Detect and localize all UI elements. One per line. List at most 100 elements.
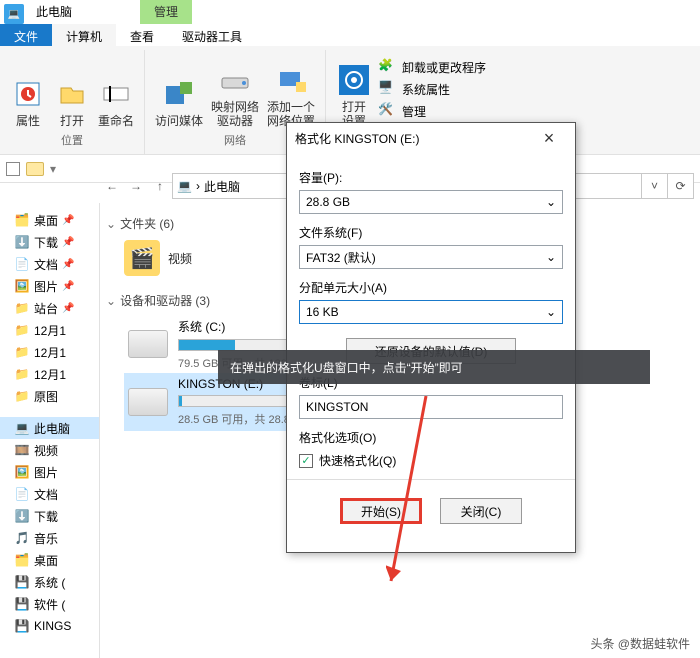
nav-back-button[interactable]: ← — [100, 173, 124, 199]
format-dialog: 格式化 KINGSTON (E:) × 容量(P): 28.8 GB ⌄ 文件系… — [286, 122, 576, 553]
ribbon-properties[interactable]: 属性 — [8, 52, 48, 130]
tree-downloads[interactable]: ⬇️下载📌 — [0, 231, 99, 253]
uninstall-icon: 🧩 — [378, 58, 396, 76]
tree-label: 桌面 — [34, 552, 58, 569]
refresh-button[interactable]: ⟳ — [668, 173, 694, 199]
computer-icon: 💻 — [177, 179, 192, 193]
tree-this-pc[interactable]: 💻此电脑 — [0, 417, 99, 439]
tile-videos[interactable]: 🎬 视频 — [124, 238, 264, 278]
tree-label: 音乐 — [34, 530, 58, 547]
tree-desktop[interactable]: 🗂️桌面📌 — [0, 209, 99, 231]
add-location-icon — [275, 64, 307, 96]
document-icon: 📄 — [14, 256, 30, 272]
tree-pictures[interactable]: 🖼️图片📌 — [0, 275, 99, 297]
filesystem-select[interactable]: FAT32 (默认) ⌄ — [299, 245, 563, 269]
tree-label: KINGS — [34, 619, 71, 633]
watermark-text: 头条 @数据蛙软件 — [590, 635, 690, 652]
tree-label: 视频 — [34, 442, 58, 459]
folder-icon — [26, 162, 44, 176]
dialog-title: 格式化 KINGSTON (E:) — [295, 130, 419, 147]
media-icon — [163, 78, 195, 110]
ribbon-manage[interactable]: 🛠️ 管理 — [378, 100, 486, 122]
allocation-select[interactable]: 16 KB ⌄ — [299, 300, 563, 324]
tree-documents2[interactable]: 📄文档 — [0, 483, 99, 505]
ribbon-label: 打开 — [60, 114, 84, 128]
chevron-down-icon: ⌄ — [106, 294, 116, 308]
tree-label: 图片 — [34, 464, 58, 481]
folder-icon: 🗂️ — [14, 212, 30, 228]
address-dropdown[interactable]: ˅ — [642, 173, 668, 199]
folder-icon: 📁 — [14, 322, 30, 338]
tree-desktop2[interactable]: 🗂️桌面 — [0, 549, 99, 571]
document-icon: 📄 — [14, 486, 30, 502]
tree-folder[interactable]: 📁12月1 — [0, 319, 99, 341]
tree-kingston-drive[interactable]: 💾 KINGS — [0, 615, 99, 637]
chevron-down-icon: ⌄ — [546, 250, 556, 264]
computer-icon: 💻 — [4, 4, 24, 24]
ribbon-line-label: 卸载或更改程序 — [402, 59, 486, 76]
ribbon-label: 访问媒体 — [155, 114, 203, 128]
tab-file[interactable]: 文件 — [0, 24, 52, 46]
folder-icon: 📁 — [14, 344, 30, 360]
dropdown-icon[interactable]: ▾ — [50, 162, 56, 176]
ribbon-open-settings[interactable]: 打开 设置 — [334, 52, 374, 130]
tree-label: 软件 ( — [34, 596, 65, 613]
ribbon-uninstall[interactable]: 🧩 卸载或更改程序 — [378, 56, 486, 78]
tree-system-drive[interactable]: 💾系统 ( — [0, 571, 99, 593]
quick-format-checkbox[interactable]: ✓ 快速格式化(Q) — [299, 452, 563, 469]
tree-downloads2[interactable]: ⬇️下载 — [0, 505, 99, 527]
ribbon-add-location[interactable]: 添加一个 网络位置 — [265, 52, 317, 130]
tab-driver-tools[interactable]: 驱动器工具 — [168, 24, 256, 46]
nav-tree: 🗂️桌面📌 ⬇️下载📌 📄文档📌 🖼️图片📌 📁站台📌 📁12月1 📁12月1 … — [0, 203, 100, 658]
ribbon-map-network[interactable]: 映射网络 驱动器 — [209, 52, 261, 130]
tree-videos[interactable]: 🎞️视频 — [0, 439, 99, 461]
tree-folder[interactable]: 📁原图 — [0, 385, 99, 407]
tab-view[interactable]: 查看 — [116, 24, 168, 46]
nav-up-button[interactable]: ↑ — [148, 173, 172, 199]
window-title: 此电脑 — [28, 0, 80, 24]
group-label: 位置 — [61, 130, 83, 152]
close-button[interactable]: × — [531, 128, 567, 149]
nav-forward-button[interactable]: → — [124, 173, 148, 199]
checkbox[interactable] — [6, 162, 20, 176]
checkbox-checked-icon: ✓ — [299, 454, 313, 468]
chevron-down-icon: ⌄ — [546, 195, 556, 209]
filesystem-label: 文件系统(F) — [299, 224, 563, 241]
download-icon: ⬇️ — [14, 508, 30, 524]
volume-value: KINGSTON — [306, 400, 368, 414]
tab-computer[interactable]: 计算机 — [52, 24, 116, 46]
quick-format-label: 快速格式化(Q) — [319, 452, 396, 469]
tree-label: 系统 ( — [34, 574, 65, 591]
ribbon-system-properties[interactable]: 🖥️ 系统属性 — [378, 78, 486, 100]
section-title: 设备和驱动器 (3) — [120, 292, 210, 309]
computer-icon: 💻 — [14, 420, 30, 436]
annotation-callout: 在弹出的格式化U盘窗口中，点击“开始”即可 — [218, 350, 650, 384]
music-icon: 🎵 — [14, 530, 30, 546]
ribbon-rename[interactable]: 重命名 — [96, 52, 136, 130]
download-icon: ⬇️ — [14, 234, 30, 250]
tree-label: 文档 — [34, 256, 58, 273]
tree-site[interactable]: 📁站台📌 — [0, 297, 99, 319]
tree-label: 12月1 — [34, 344, 66, 361]
tree-folder[interactable]: 📁12月1 — [0, 341, 99, 363]
tab-manage[interactable]: 管理 — [140, 0, 192, 24]
capacity-select[interactable]: 28.8 GB ⌄ — [299, 190, 563, 214]
ribbon-label: 映射网络 驱动器 — [211, 100, 259, 128]
start-button[interactable]: 开始(S) — [340, 498, 422, 524]
ribbon-open[interactable]: 打开 — [52, 52, 92, 130]
video-icon: 🎞️ — [14, 442, 30, 458]
picture-icon: 🖼️ — [14, 464, 30, 480]
ribbon-line-label: 管理 — [402, 103, 426, 120]
tree-documents[interactable]: 📄文档📌 — [0, 253, 99, 275]
ribbon-access-media[interactable]: 访问媒体 — [153, 52, 205, 130]
drive-icon: 💾 — [14, 618, 30, 634]
tree-pictures2[interactable]: 🖼️图片 — [0, 461, 99, 483]
tree-music[interactable]: 🎵音乐 — [0, 527, 99, 549]
properties-icon — [12, 78, 44, 110]
drive-icon: 💾 — [14, 596, 30, 612]
tree-folder[interactable]: 📁12月1 — [0, 363, 99, 385]
drive-icon — [128, 388, 168, 416]
close-dialog-button[interactable]: 关闭(C) — [440, 498, 522, 524]
volume-input[interactable]: KINGSTON — [299, 395, 563, 419]
tree-software-drive[interactable]: 💾软件 ( — [0, 593, 99, 615]
